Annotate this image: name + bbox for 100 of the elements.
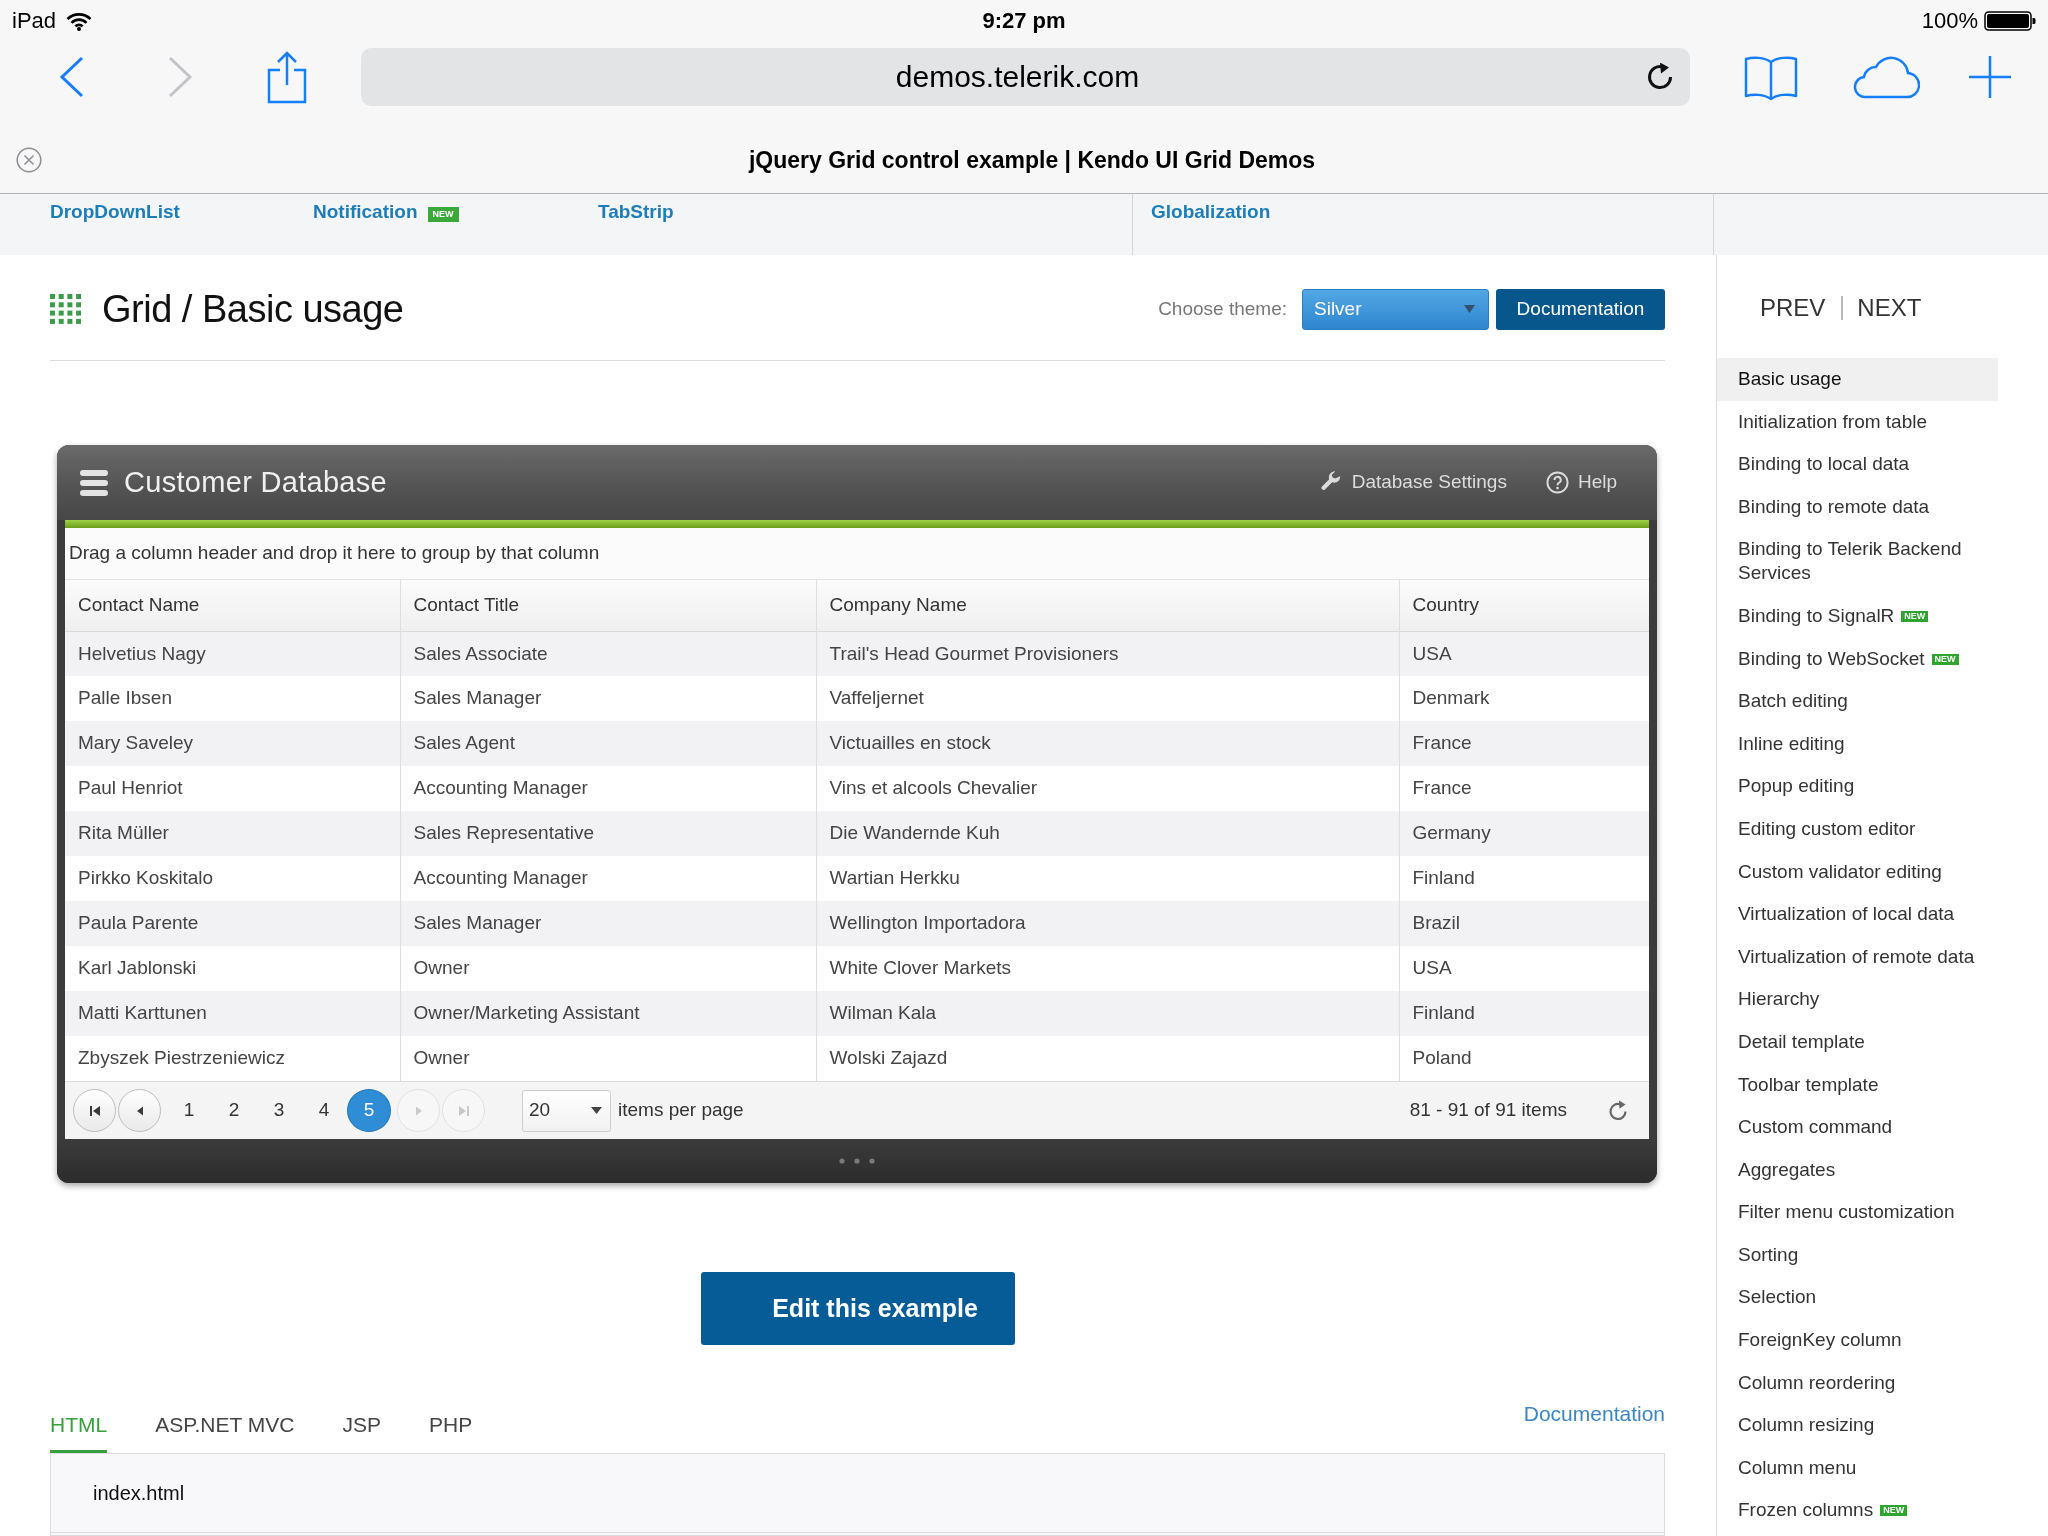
battery-percentage: 100%	[1921, 8, 1978, 34]
page-size-dropdown[interactable]: 20	[522, 1089, 611, 1132]
sidebar-link[interactable]: Inline editing	[1717, 722, 1998, 766]
new-badge: NEW	[1880, 1505, 1908, 1517]
clock-time: 9:27 pm	[982, 8, 1066, 34]
sidebar-link[interactable]: Column menu	[1717, 1446, 1998, 1490]
table-cell: Brazil	[1399, 901, 1649, 946]
sidebar-link[interactable]: Column resizing	[1717, 1404, 1998, 1447]
sidebar-link[interactable]: Virtualization of local data	[1717, 893, 1998, 936]
column-header[interactable]: Country	[1399, 580, 1649, 631]
table-cell: Palle Ibsen	[65, 676, 400, 721]
table-cell: Paul Henriot	[65, 766, 400, 811]
sidebar-link[interactable]: Virtualization of remote data	[1717, 935, 1998, 979]
next-link[interactable]: NEXT	[1857, 293, 1922, 323]
new-badge: NEW	[1931, 653, 1959, 665]
sidebar-link[interactable]: Editing custom editor	[1717, 807, 1998, 851]
chevron-left-icon[interactable]	[59, 56, 84, 98]
caret-icon	[1464, 305, 1475, 313]
column-header[interactable]: Contact Title	[400, 580, 816, 631]
table-cell: Trail's Head Gourmet Provisioners	[816, 631, 1399, 676]
sidebar-link[interactable]: Binding to SignalR NEW	[1717, 594, 1998, 638]
sidebar-link[interactable]: Batch editing	[1717, 680, 1998, 723]
documentation-link[interactable]: Documentation	[1523, 1391, 1665, 1428]
share-icon[interactable]	[267, 50, 307, 104]
table-cell: Helvetius Nagy	[65, 631, 400, 676]
caret-icon	[591, 1107, 602, 1114]
documentation-button[interactable]: Documentation	[1496, 288, 1665, 330]
table-cell: Germany	[1399, 811, 1649, 856]
page-link[interactable]: 2	[212, 1089, 256, 1132]
first-page-button[interactable]	[73, 1089, 116, 1132]
page-heading: Grid / Basic usage	[102, 287, 404, 331]
dot-grid-icon	[50, 294, 81, 324]
table-cell: Zbyszek Piestrzeniewicz	[65, 1036, 400, 1081]
sidebar-link[interactable]: Filter menu customization	[1717, 1191, 1998, 1234]
menu-icon[interactable]	[80, 469, 108, 496]
sidebar-link[interactable]: Basic usage	[1717, 358, 1998, 401]
table-cell: Pirkko Koskitalo	[65, 856, 400, 901]
sidebar-link[interactable]: Binding to local data	[1717, 443, 1998, 486]
help-link[interactable]: Help	[1545, 468, 1617, 497]
sidebar-link[interactable]: Initialization from table	[1717, 400, 1998, 444]
table-cell: Sales Agent	[400, 721, 816, 766]
table-cell: Rita Müller	[65, 811, 400, 856]
database-settings-link[interactable]: Database Settings	[1319, 468, 1507, 497]
skip-back-icon	[88, 1104, 101, 1117]
table-cell: Paula Parente	[65, 901, 400, 946]
page-link[interactable]: 5	[347, 1089, 391, 1132]
edit-example-button[interactable]: Edit this example	[700, 1272, 1015, 1345]
sidebar-link[interactable]: Sorting	[1717, 1233, 1998, 1277]
sidebar-link[interactable]: Toolbar template	[1717, 1063, 1998, 1107]
new-badge: NEW	[1901, 610, 1929, 622]
code-tab[interactable]: ASP.NET MVC	[155, 1391, 295, 1453]
page-link[interactable]: 4	[302, 1089, 346, 1132]
table-cell: Die Wandernde Kuh	[816, 811, 1399, 856]
page-link[interactable]: 3	[257, 1089, 301, 1132]
page-size-label: items per page	[618, 1098, 744, 1123]
page-link[interactable]: 1	[167, 1089, 211, 1132]
close-icon[interactable]	[16, 147, 42, 173]
menu-link[interactable]: TabStrip	[598, 201, 674, 223]
new-badge: NEW	[427, 207, 459, 222]
file-name: index.html	[93, 1481, 185, 1506]
code-tab[interactable]: PHP	[428, 1391, 473, 1453]
table-cell: Mary Saveley	[65, 721, 400, 766]
skip-forward-icon	[457, 1104, 470, 1117]
sidebar-link[interactable]: Aggregates	[1717, 1148, 1998, 1192]
sidebar-link[interactable]: Binding to remote data	[1717, 485, 1998, 529]
sidebar-link[interactable]: Column reordering	[1717, 1361, 1998, 1405]
sidebar-link[interactable]: Frozen columns NEW	[1717, 1489, 1998, 1533]
sidebar-link[interactable]: Popup editing	[1717, 765, 1998, 808]
sidebar-link[interactable]: Custom command	[1717, 1106, 1998, 1149]
sidebar-link[interactable]: ForeignKey column	[1717, 1319, 1998, 1362]
menu-link[interactable]: DropDownList	[50, 201, 180, 223]
grip-icon[interactable]	[839, 1158, 875, 1164]
table-cell: France	[1399, 721, 1649, 766]
column-header[interactable]: Contact Name	[65, 580, 400, 631]
table-cell: USA	[1399, 631, 1649, 676]
refresh-icon[interactable]	[1607, 1099, 1629, 1122]
table-cell: Wilman Kala	[816, 991, 1399, 1036]
table-cell: Finland	[1399, 991, 1649, 1036]
sidebar-link[interactable]: Detail template	[1717, 1020, 1998, 1064]
book-icon[interactable]	[1744, 53, 1798, 101]
table-cell: Karl Jablonski	[65, 946, 400, 991]
reload-icon[interactable]	[1646, 63, 1674, 91]
grid-title: Customer Database	[124, 464, 387, 500]
help-icon	[1545, 471, 1569, 494]
sidebar-link[interactable]: Binding to WebSocket NEW	[1717, 637, 1998, 681]
sidebar-link[interactable]: Hierarchy	[1717, 978, 1998, 1021]
wifi-icon	[66, 11, 93, 31]
menu-link[interactable]: Notification	[313, 201, 418, 223]
sidebar-link[interactable]: Custom validator editing	[1717, 850, 1998, 894]
menu-link[interactable]: Globalization	[1151, 201, 1271, 223]
code-tab[interactable]: JSP	[342, 1391, 381, 1453]
plus-icon[interactable]	[1968, 55, 2012, 99]
sidebar-link[interactable]: Selection	[1717, 1276, 1998, 1320]
battery-icon	[1984, 11, 2036, 31]
table-cell: Sales Associate	[400, 631, 816, 676]
column-header[interactable]: Company Name	[816, 580, 1399, 631]
address-bar[interactable]: demos.telerik.com	[361, 48, 1690, 106]
sidebar-link[interactable]: Binding to Telerik Backend Services	[1717, 528, 1998, 595]
page-title: jQuery Grid control example | Kendo UI Grid Demos	[748, 146, 1316, 174]
prev-link[interactable]: PREV	[1760, 293, 1826, 323]
